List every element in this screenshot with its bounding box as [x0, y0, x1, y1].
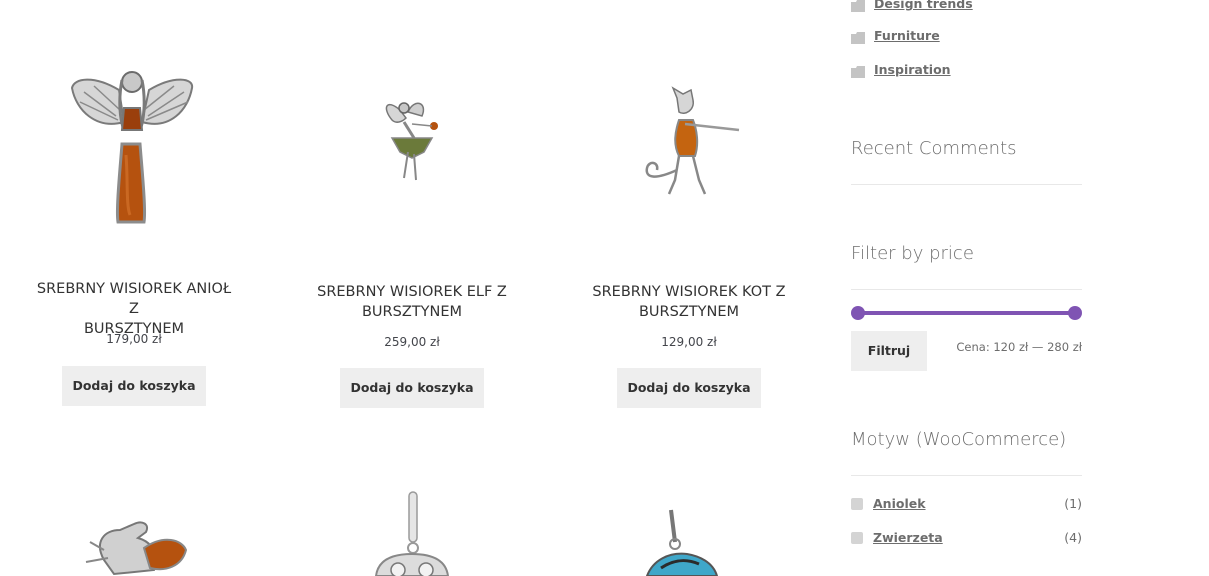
recent-comments-title: Recent Comments	[851, 138, 1017, 159]
widget-divider	[851, 184, 1082, 185]
product-price: 129,00 zł	[661, 335, 717, 349]
folder-icon	[851, 32, 865, 44]
widget-divider	[851, 289, 1082, 290]
product-price: 179,00 zł	[106, 332, 162, 346]
widget-divider	[851, 475, 1082, 476]
price-slider-max-handle[interactable]	[1068, 306, 1082, 320]
attribute-link[interactable]: Zwierzeta	[873, 530, 943, 545]
product-image-pegasus[interactable]	[34, 490, 234, 576]
attribute-count: (4)	[1064, 530, 1082, 545]
attribute-item[interactable]: Aniolek (1)	[851, 496, 1082, 516]
price-slider-range[interactable]	[857, 311, 1076, 315]
product-title[interactable]: SREBRNY WISIOREK ELF Z BURSZTYNEM	[312, 282, 512, 322]
attribute-item[interactable]: Zwierzeta (4)	[851, 530, 1082, 550]
attribute-count: (1)	[1064, 496, 1082, 511]
product-card: SREBRNY WISIOREK KOT Z BURSZTYNEM 129,00…	[589, 60, 789, 410]
category-link[interactable]: Inspiration	[874, 62, 951, 77]
price-slider-min-handle[interactable]	[851, 306, 865, 320]
add-to-cart-button[interactable]: Dodaj do koszyka	[340, 368, 484, 408]
attribute-link[interactable]: Aniolek	[873, 496, 926, 511]
product-image-cat[interactable]	[589, 60, 789, 235]
folder-icon	[851, 0, 865, 12]
product-card: SREBRNY WISIOREK ELF Z BURSZTYNEM 259,00…	[312, 60, 512, 410]
product-image-dolphin[interactable]	[589, 490, 789, 576]
product-title[interactable]: SREBRNY WISIOREK KOT Z BURSZTYNEM	[589, 282, 789, 322]
product-image-owl[interactable]	[312, 490, 512, 576]
product-image-angel[interactable]	[34, 60, 234, 235]
product-image-elf[interactable]	[312, 60, 512, 235]
attribute-filter-title: Motyw (WooCommerce)	[851, 429, 1067, 450]
category-link[interactable]: Furniture	[874, 28, 940, 43]
checkbox-icon[interactable]	[851, 498, 863, 510]
add-to-cart-button[interactable]: Dodaj do koszyka	[62, 366, 206, 406]
product-title[interactable]: SREBRNY WISIOREK ANIOŁ Z BURSZTYNEM	[34, 279, 234, 339]
folder-icon	[851, 66, 865, 78]
filter-price-title: Filter by price	[851, 243, 974, 264]
product-price: 259,00 zł	[384, 335, 440, 349]
product-card: SREBRNY WISIOREK ANIOŁ Z BURSZTYNEM 179,…	[34, 60, 234, 410]
category-link[interactable]: Design trends	[874, 0, 973, 11]
filter-button[interactable]: Filtruj	[851, 331, 927, 371]
add-to-cart-button[interactable]: Dodaj do koszyka	[617, 368, 761, 408]
price-range-label: Cena: 120 zł — 280 zł	[956, 340, 1082, 354]
checkbox-icon[interactable]	[851, 532, 863, 544]
